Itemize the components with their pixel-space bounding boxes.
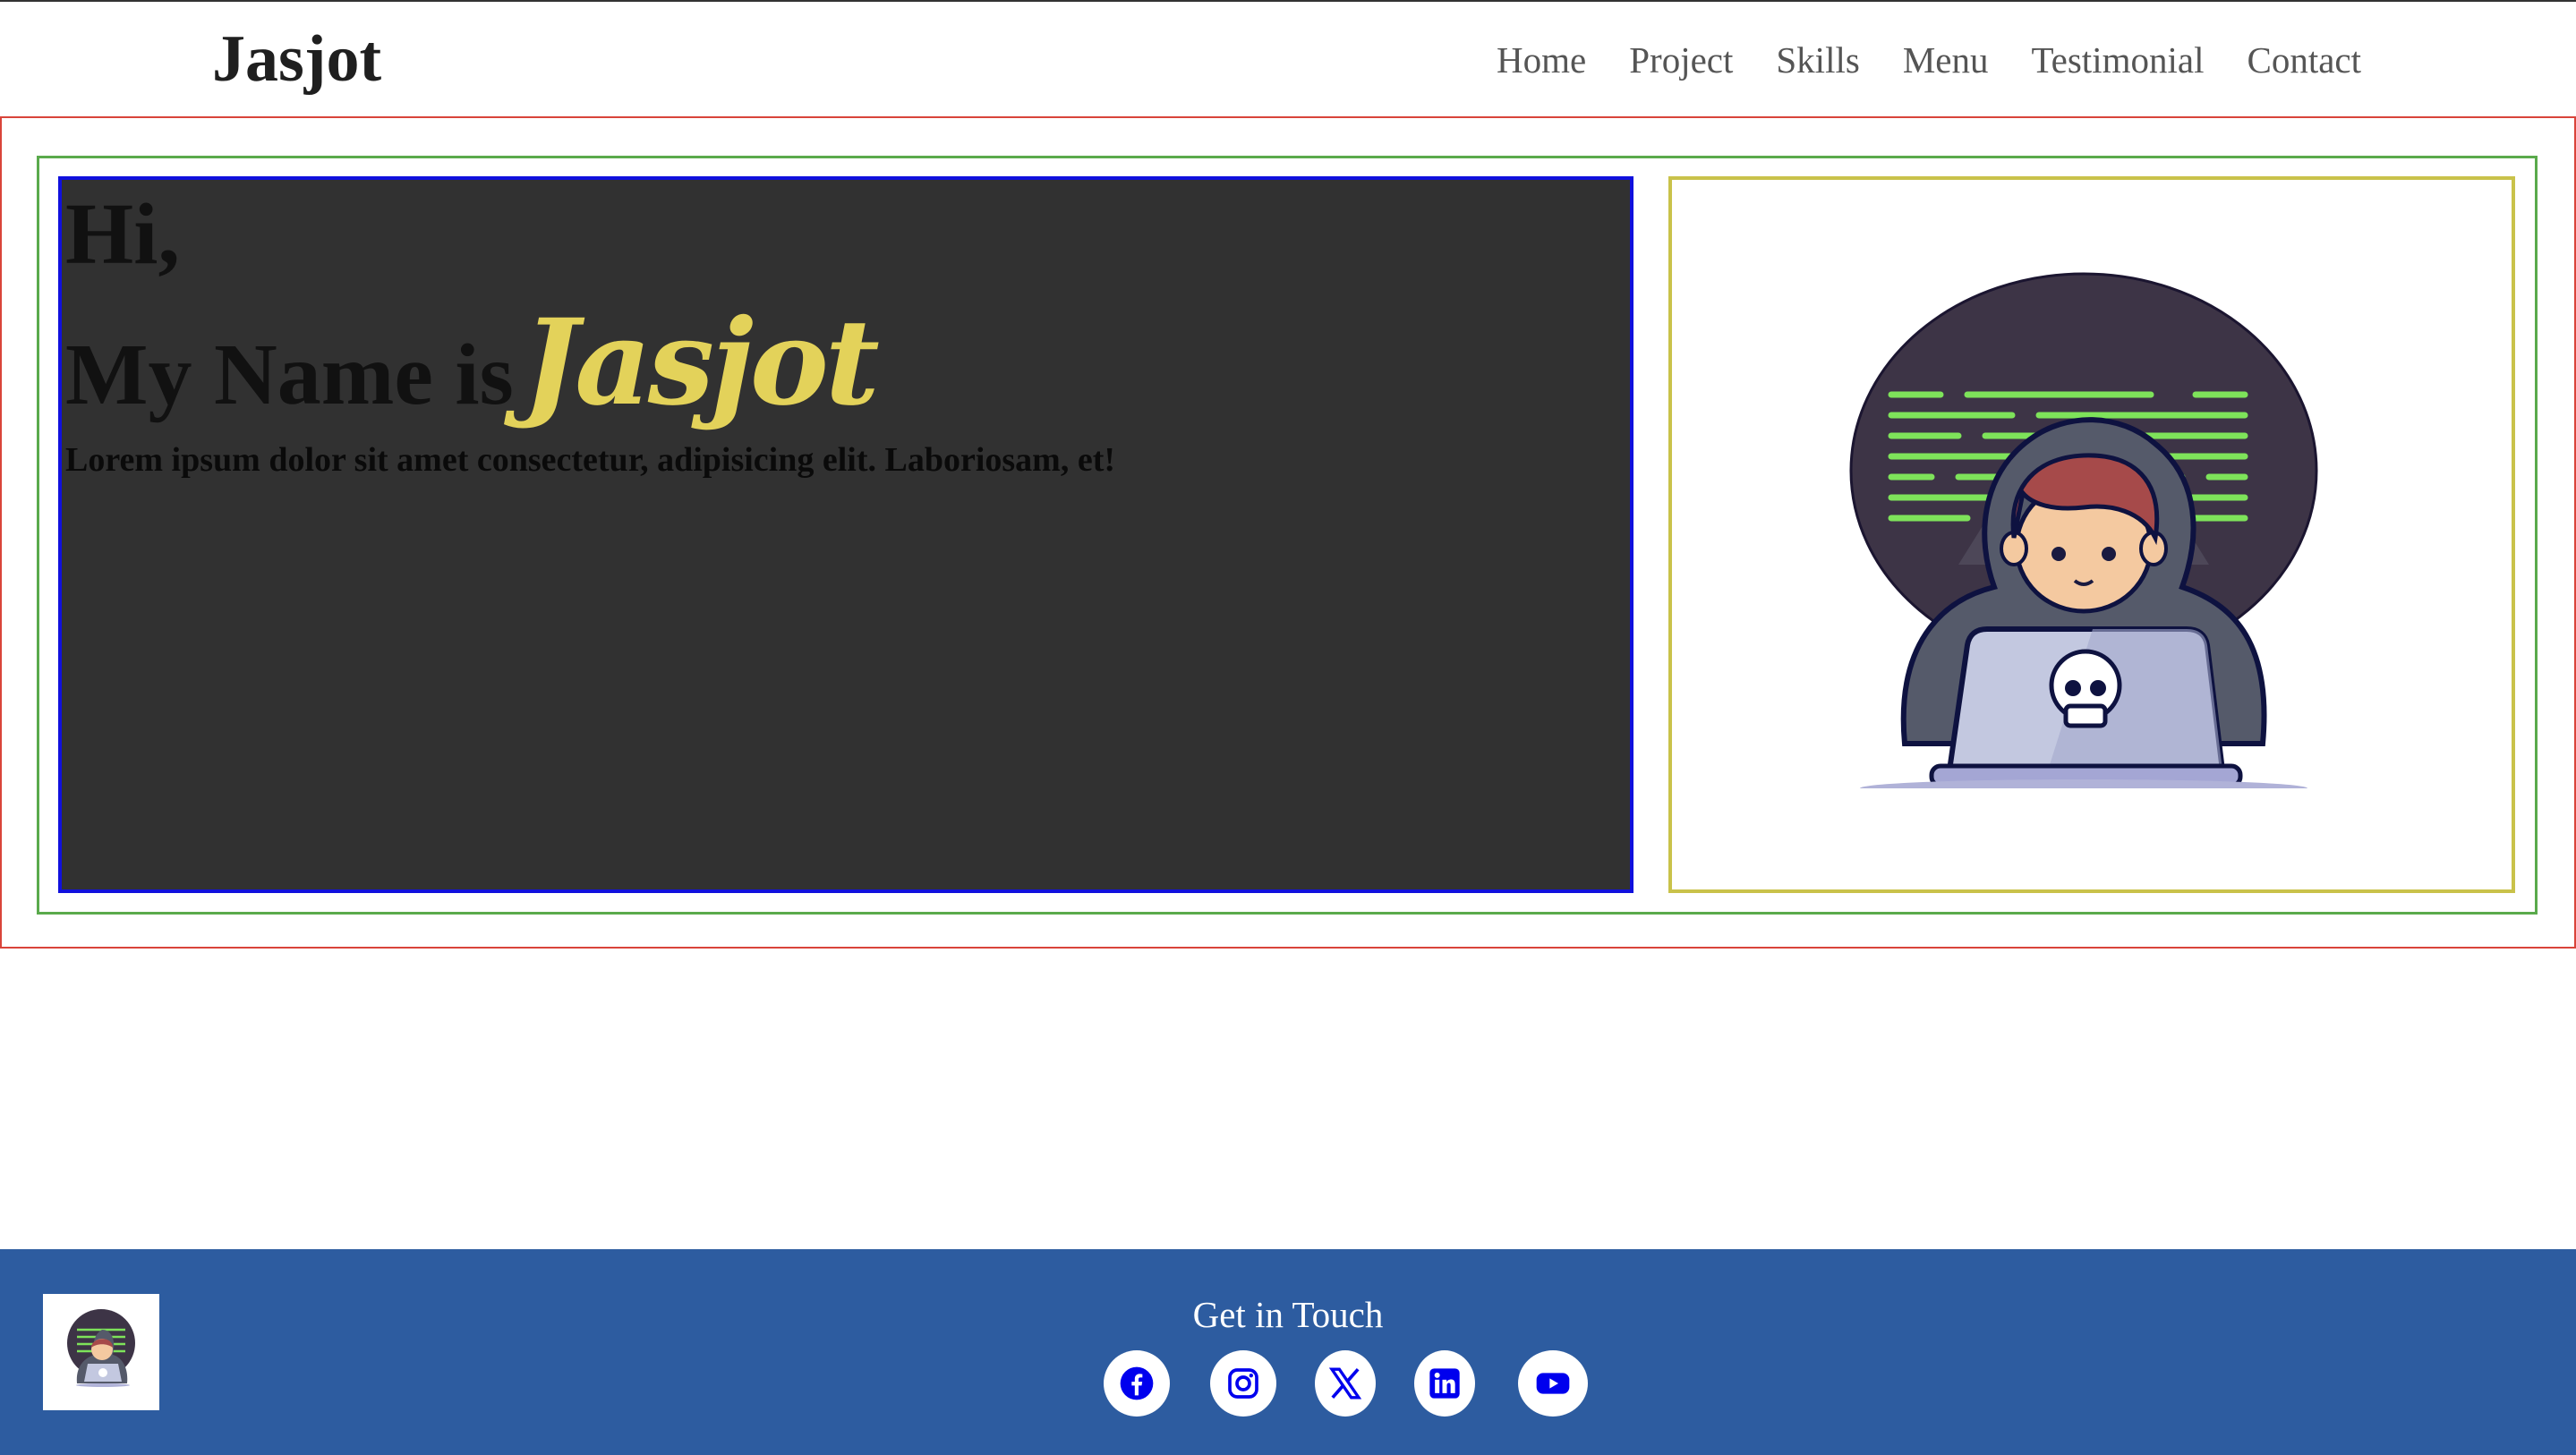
x-icon — [1328, 1367, 1362, 1400]
hero-intro-panel: Hi, My Name isJasjot Lorem ipsum dolor s… — [58, 176, 1633, 893]
hero-illustration-panel — [1668, 176, 2515, 893]
main-nav: Home Project Skills Menu Testimonial Con… — [1454, 38, 2361, 82]
site-header: Jasjot Home Project Skills Menu Testimon… — [0, 2, 2576, 116]
hacker-boy-laptop-skull-icon — [1849, 272, 2318, 788]
nav-contact[interactable]: Contact — [2247, 38, 2361, 82]
nav-project[interactable]: Project — [1629, 38, 1733, 82]
instagram-link[interactable] — [1210, 1350, 1276, 1417]
hero-name-line: My Name isJasjot — [65, 304, 880, 433]
hero-greeting: Hi, — [65, 186, 180, 283]
hero-description: Lorem ipsum dolor sit amet consectetur, … — [65, 441, 1116, 479]
linkedin-link[interactable] — [1414, 1350, 1475, 1417]
linkedin-icon — [1429, 1368, 1460, 1399]
site-footer: Get in Touch — [0, 1249, 2576, 1455]
nav-testimonial[interactable]: Testimonial — [2031, 38, 2204, 82]
youtube-link[interactable] — [1518, 1350, 1588, 1417]
x-link[interactable] — [1315, 1350, 1376, 1417]
footer-heading: Get in Touch — [1192, 1294, 1384, 1335]
instagram-icon — [1228, 1368, 1258, 1399]
site-brand[interactable]: Jasjot — [212, 23, 381, 95]
youtube-icon — [1536, 1373, 1570, 1394]
facebook-icon — [1120, 1366, 1154, 1400]
nav-menu[interactable]: Menu — [1903, 38, 1989, 82]
facebook-link[interactable] — [1104, 1350, 1170, 1417]
hero-name-accent: Jasjot — [522, 294, 880, 432]
hero-name-prefix: My Name is — [65, 327, 514, 423]
nav-skills[interactable]: Skills — [1776, 38, 1859, 82]
nav-home[interactable]: Home — [1497, 38, 1586, 82]
